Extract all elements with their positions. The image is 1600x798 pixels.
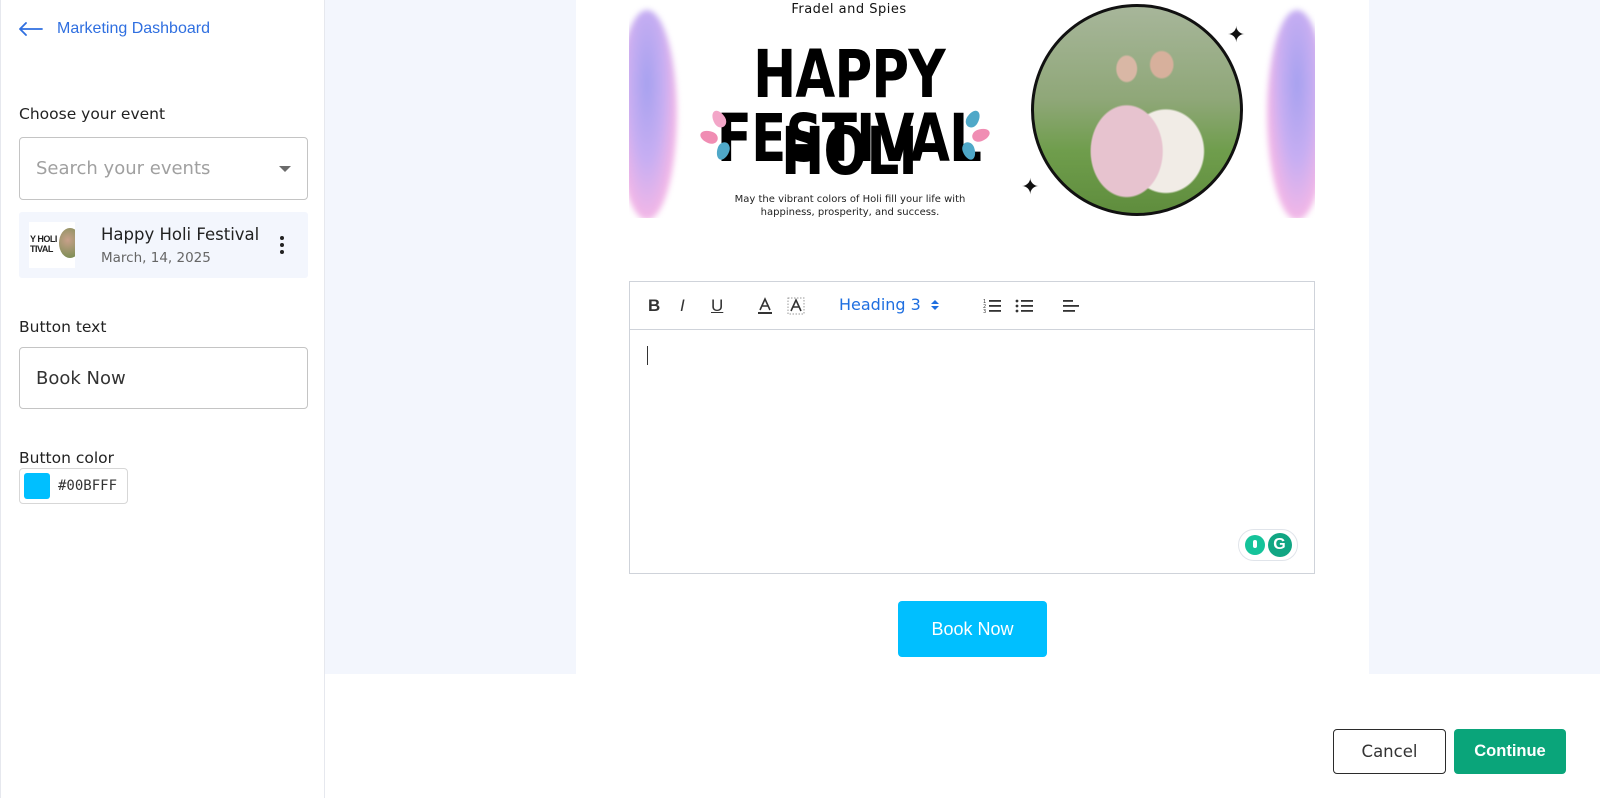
grammarly-logo-icon[interactable]: G xyxy=(1267,533,1292,557)
button-text-input[interactable]: Book Now xyxy=(19,347,308,409)
event-search-placeholder: Search your events xyxy=(36,158,211,179)
event-section-label: Choose your event xyxy=(19,105,166,123)
button-text-label: Button text xyxy=(19,318,107,336)
thumb-text-line2: TIVAL xyxy=(30,244,53,254)
more-options-icon[interactable] xyxy=(272,233,292,257)
select-arrows-icon xyxy=(930,299,939,310)
color-swatch xyxy=(24,473,50,499)
italic-button[interactable]: I xyxy=(680,294,685,318)
button-color-picker[interactable]: #00BFFF xyxy=(19,468,128,504)
text-color-icon[interactable] xyxy=(756,294,774,318)
arrow-left-icon xyxy=(19,22,43,36)
event-thumbnail-photo xyxy=(59,228,75,258)
grammarly-bulb-icon[interactable] xyxy=(1244,535,1265,555)
event-date: March, 14, 2025 xyxy=(101,249,211,266)
cancel-button[interactable]: Cancel xyxy=(1333,729,1446,774)
sparkle-icon: ✦ xyxy=(1021,174,1040,199)
back-to-dashboard-link[interactable]: Marketing Dashboard xyxy=(19,20,210,38)
text-cursor xyxy=(647,346,648,365)
back-link-label: Marketing Dashboard xyxy=(57,20,210,37)
align-left-icon[interactable] xyxy=(1062,294,1080,318)
banner-headline-line2: FESTIVAL xyxy=(716,100,982,177)
book-now-cta-button[interactable]: Book Now xyxy=(898,601,1047,657)
couple-photo xyxy=(1031,4,1243,216)
heading-select[interactable]: Heading 3 xyxy=(839,295,939,314)
banner-brand: Fradel and Spies xyxy=(791,2,907,17)
color-splash-left xyxy=(629,10,677,218)
thumb-text-line1: Y HOLI xyxy=(30,234,57,244)
grammarly-widget[interactable]: G xyxy=(1238,529,1298,561)
ordered-list-icon[interactable]: 123 xyxy=(983,294,1001,318)
heading-select-value: Heading 3 xyxy=(839,295,921,314)
event-title: Happy Holi Festival xyxy=(101,224,260,244)
svg-text:3: 3 xyxy=(983,309,986,314)
continue-button[interactable]: Continue xyxy=(1454,729,1566,774)
color-hex-value: #00BFFF xyxy=(58,478,118,494)
event-thumbnail-text: Y HOLI TIVAL xyxy=(30,234,57,254)
button-color-label: Button color xyxy=(19,449,115,467)
sidebar: Marketing Dashboard Choose your event Se… xyxy=(0,0,325,798)
color-splash-right xyxy=(1267,10,1315,218)
event-info: Happy Holi Festival March, 14, 2025 xyxy=(101,225,272,266)
sparkle-icon: ✦ xyxy=(1227,22,1246,47)
event-search-select[interactable]: Search your events xyxy=(19,137,308,200)
editor-toolbar: B I U Heading 3 123 xyxy=(630,282,1314,330)
rich-text-editor: B I U Heading 3 123 G xyxy=(629,281,1315,574)
selected-event-card[interactable]: Y HOLI TIVAL Happy Holi Festival March, … xyxy=(19,212,308,278)
bullet-list-icon[interactable] xyxy=(1015,294,1033,318)
caret-down-icon xyxy=(279,165,291,172)
editor-content-area[interactable]: G xyxy=(630,330,1314,573)
underline-button[interactable]: U xyxy=(711,294,723,318)
event-banner: Fradel and Spies HAPPY HOLI FESTIVAL May… xyxy=(629,0,1315,218)
highlight-color-icon[interactable] xyxy=(787,294,805,318)
banner-tagline: May the vibrant colors of Holi fill your… xyxy=(734,194,966,218)
bold-button[interactable]: B xyxy=(648,294,660,318)
event-thumbnail: Y HOLI TIVAL xyxy=(29,222,75,268)
